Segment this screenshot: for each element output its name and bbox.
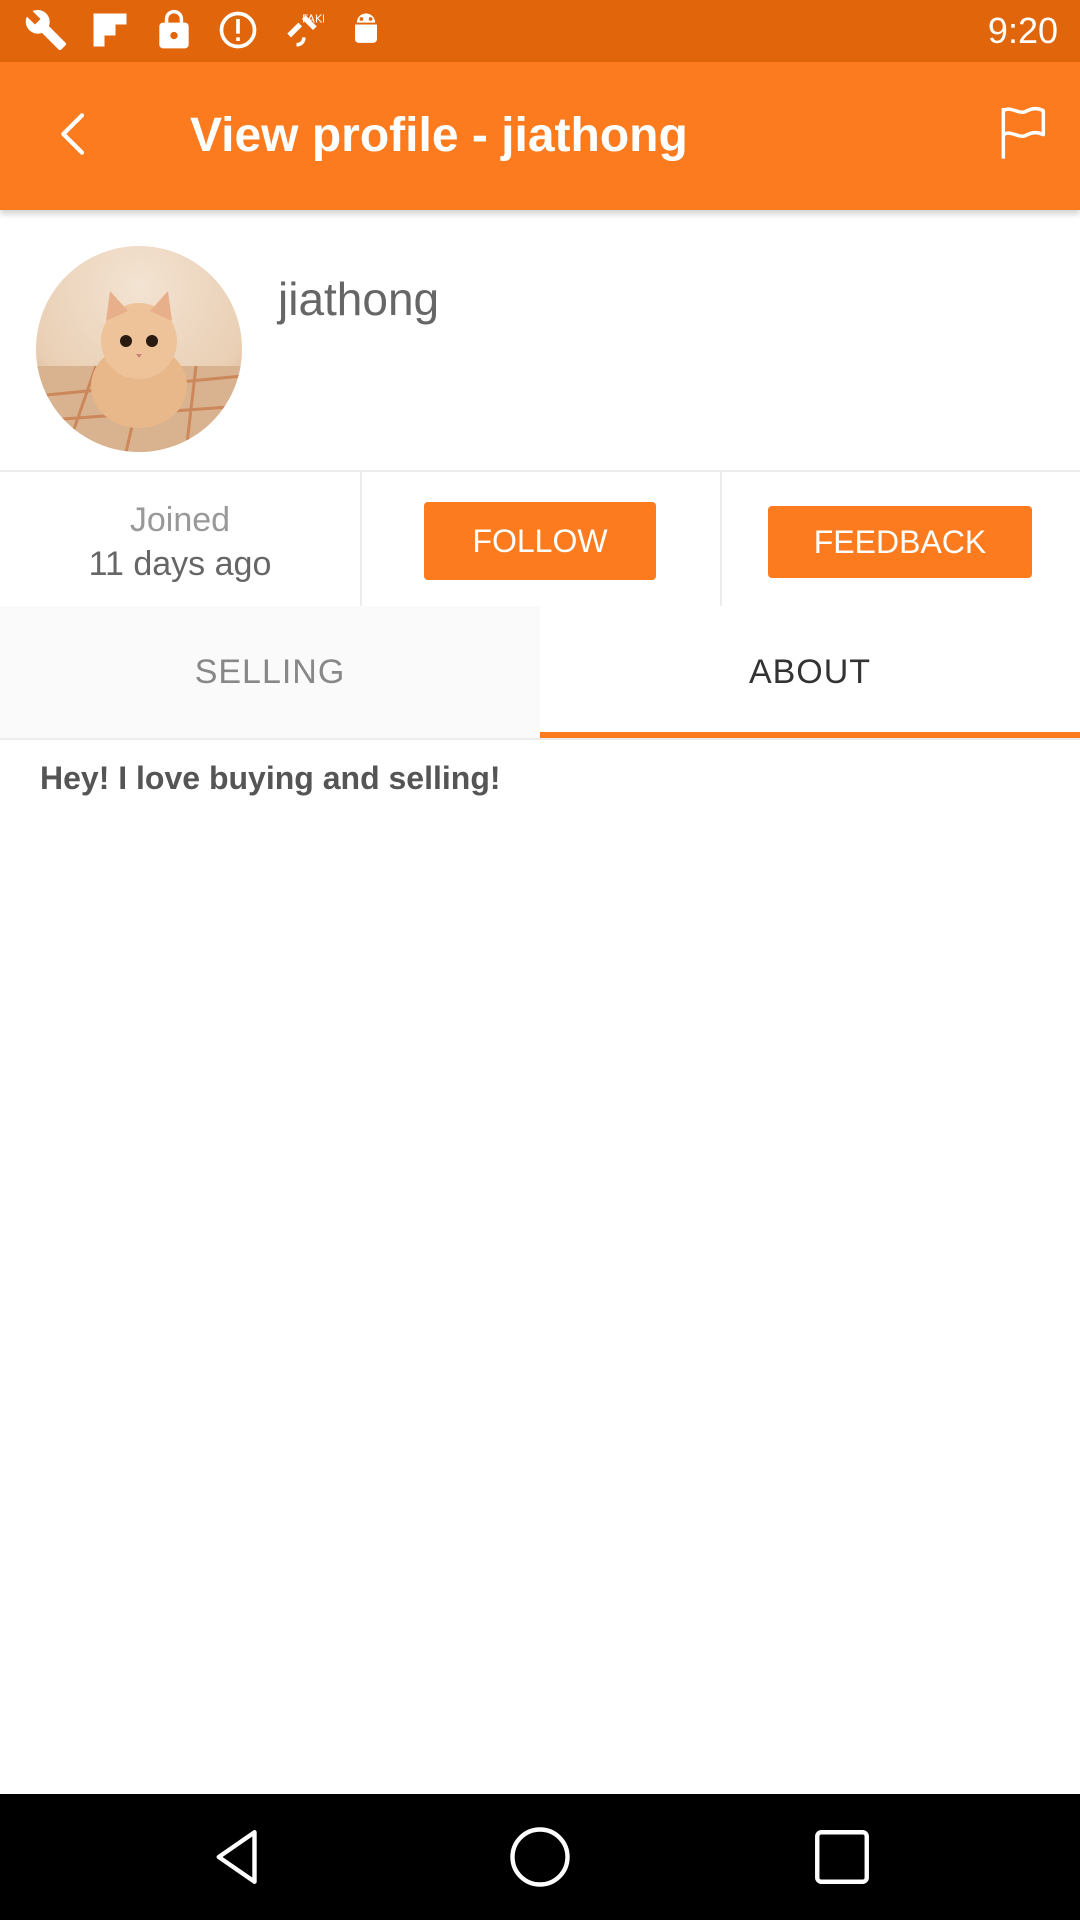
feedback-button[interactable]: FEEDBACK bbox=[768, 506, 1032, 578]
wrench-icon bbox=[25, 10, 67, 51]
follow-cell: FOLLOW bbox=[362, 472, 722, 606]
flag-icon[interactable] bbox=[990, 100, 1054, 164]
nav-home-icon[interactable] bbox=[507, 1824, 573, 1890]
profile-header: jiathong bbox=[0, 210, 1080, 470]
joined-label: Joined bbox=[129, 501, 231, 539]
follow-button[interactable]: FOLLOW bbox=[424, 502, 656, 580]
alert-icon bbox=[219, 11, 257, 49]
tab-about[interactable]: ABOUT bbox=[540, 606, 1080, 738]
nav-bar bbox=[0, 1794, 1080, 1920]
status-icons: FAKE bbox=[24, 8, 388, 52]
about-text: Hey! I love buying and selling! bbox=[40, 760, 501, 796]
android-icon bbox=[355, 13, 377, 43]
username: jiathong bbox=[278, 273, 440, 325]
nav-back-icon[interactable] bbox=[205, 1824, 271, 1890]
flipboard-icon bbox=[93, 13, 127, 47]
tab-selling[interactable]: SELLING bbox=[0, 606, 540, 738]
svg-text:FAKE: FAKE bbox=[302, 13, 324, 26]
lock-icon bbox=[159, 9, 189, 49]
joined-stat: Joined 11 days ago bbox=[0, 472, 362, 606]
kitten-avatar-image bbox=[36, 291, 242, 452]
fake-gps-icon: FAKE bbox=[287, 13, 324, 47]
joined-value: 11 days ago bbox=[88, 545, 272, 583]
profile-tabs: SELLING ABOUT bbox=[0, 606, 1080, 740]
back-arrow-icon[interactable] bbox=[42, 102, 106, 166]
status-bar: FAKE 9:20 bbox=[0, 0, 1080, 62]
tab-indicator bbox=[540, 732, 1080, 738]
nav-recents-icon[interactable] bbox=[809, 1824, 875, 1890]
stats-row: Joined 11 days ago FOLLOW FEEDBACK bbox=[0, 470, 1080, 608]
app-bar: View profile - jiathong bbox=[0, 62, 1080, 210]
status-time: 9:20 bbox=[987, 10, 1058, 51]
feedback-cell: FEEDBACK bbox=[722, 472, 1080, 606]
avatar bbox=[36, 246, 242, 452]
page-title: View profile - jiathong bbox=[190, 109, 688, 162]
